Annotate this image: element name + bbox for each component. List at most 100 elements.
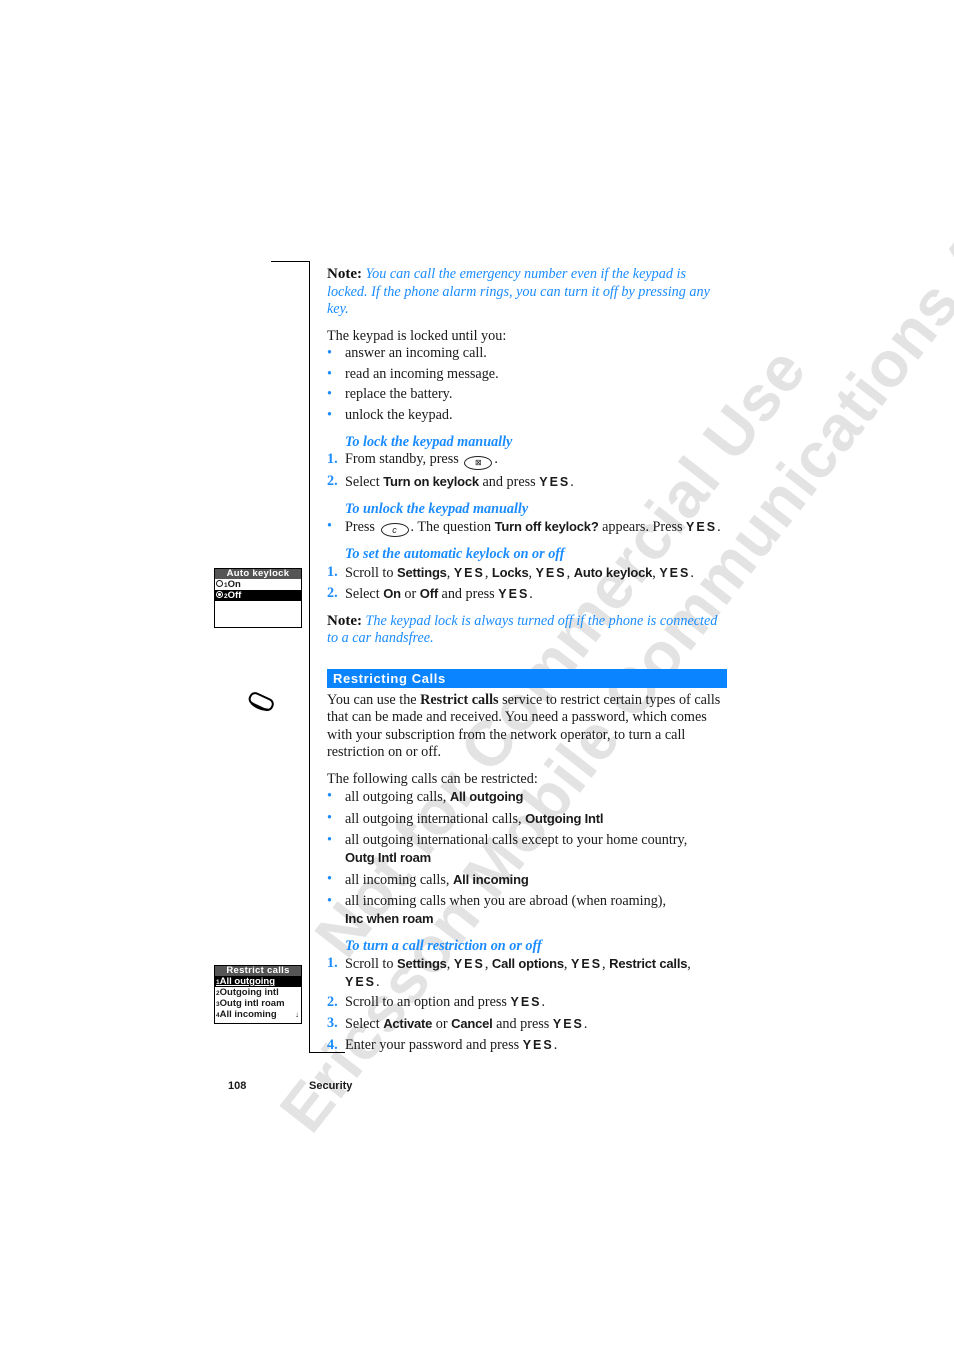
step-text: Scroll to — [345, 956, 394, 973]
menu-term: Off — [419, 586, 438, 602]
menu-term: All outgoing — [449, 789, 524, 805]
restrict-list-intro: The following calls can be restricted: — [327, 770, 538, 787]
menu-term: Outgoing Intl — [525, 811, 604, 827]
subheading-lock-manually: To lock the keypad manually — [345, 433, 513, 450]
step-text: or — [435, 1016, 448, 1033]
menu-term: On — [383, 586, 401, 602]
radio-off-icon — [216, 580, 223, 587]
yes-key-label: YES — [686, 520, 718, 535]
menu-term: Turn off keylock? — [494, 519, 599, 535]
list-item: all incoming calls, All incoming — [327, 871, 727, 890]
step: Press c. The question Turn off keylock? … — [327, 518, 727, 538]
step: 2. Scroll to an option and press YES. — [327, 994, 727, 1012]
screen-restrict-calls: Restrict calls 1All outgoing 2Outgoing i… — [214, 965, 302, 1024]
step-text: . — [690, 564, 694, 581]
yes-key-label: YES — [345, 974, 377, 989]
separator: , — [687, 956, 691, 973]
step-number: 1. — [327, 955, 338, 972]
keylock-key-icon: ⊠ — [464, 456, 493, 471]
yes-key-label: YES — [571, 957, 603, 972]
yes-key-label: YES — [453, 565, 485, 580]
item-text: all outgoing international calls except … — [345, 831, 688, 848]
menu-term: Restrict calls — [609, 956, 688, 972]
list-item: answer an incoming call. — [327, 345, 727, 363]
manual-page: Auto keylock 1On 2Off Restrict calls 1Al… — [0, 0, 954, 1351]
separator: , — [484, 956, 489, 973]
section-header-restricting-calls: Restricting Calls — [327, 668, 727, 688]
list-item: all incoming calls when you are abroad (… — [327, 893, 727, 929]
list-item: unlock the keypad. — [327, 407, 727, 425]
step: 3. Select Activate or Cancel and press Y… — [327, 1015, 727, 1034]
list-item: read an incoming message. — [327, 366, 727, 384]
restrict-intro: You can use the Restrict calls service t… — [327, 692, 727, 762]
step-text: Select — [345, 586, 380, 603]
step: 1. Scroll to Settings, YES, Locks, YES, … — [327, 564, 727, 583]
step-text: Scroll to — [345, 564, 394, 581]
step: 1. From standby, press ⊠. — [327, 451, 727, 471]
yes-key-label: YES — [535, 565, 567, 580]
note-label: Note: — [327, 266, 362, 282]
step-text: and press — [496, 1016, 550, 1033]
list-item: all outgoing calls, All outgoing — [327, 788, 727, 807]
chapter-title: Security — [309, 1080, 353, 1092]
yes-key-label: YES — [539, 475, 571, 490]
note-text: You can call the emergency number even i… — [327, 266, 710, 317]
page-number: 108 — [228, 1080, 247, 1092]
unlock-manual-steps: Press c. The question Turn off keylock? … — [327, 518, 727, 538]
row-label: All incoming — [219, 1009, 277, 1020]
margin-rule-top — [271, 261, 310, 262]
auto-keylock-steps: 1. Scroll to Settings, YES, Locks, YES, … — [327, 564, 727, 604]
menu-term: Cancel — [451, 1016, 493, 1032]
step-number: 1. — [327, 451, 338, 468]
service-name: Restrict calls — [420, 691, 499, 708]
menu-term: Settings — [397, 564, 447, 580]
step-text: From standby, press — [345, 451, 459, 468]
item-text: all incoming calls, — [345, 872, 450, 888]
screen-row: 3Outg intl roam — [215, 998, 301, 1009]
yes-key-label: YES — [522, 1037, 554, 1052]
step-text: and press — [441, 586, 495, 603]
note-emergency: Note: You can call the emergency number … — [327, 266, 727, 319]
step: 1. Scroll to Settings, YES, Call options… — [327, 955, 727, 991]
step-text: Scroll to an option and press — [345, 994, 507, 1011]
lock-manual-steps: 1. From standby, press ⊠. 2. Select Turn… — [327, 451, 727, 492]
item-text: all outgoing calls, — [345, 789, 447, 806]
menu-term: All incoming — [452, 872, 529, 887]
menu-term: Locks — [491, 564, 529, 580]
sim-card-icon — [248, 692, 274, 712]
subheading-auto-keylock: To set the automatic keylock on or off — [345, 546, 565, 563]
item-text: all outgoing international calls, — [345, 811, 522, 828]
locked-until-list: answer an incoming call. read an incomin… — [327, 345, 727, 425]
step-text: Press — [345, 519, 375, 536]
restrict-steps: 1. Scroll to Settings, YES, Call options… — [327, 955, 727, 1054]
row-label: Outg intl roam — [219, 998, 285, 1009]
scroll-down-icon: ↓ — [295, 1010, 299, 1019]
separator: . — [553, 1036, 558, 1053]
step-number: 4. — [327, 1036, 338, 1053]
body-text: You can use the — [327, 691, 417, 708]
screen-title: Restrict calls — [215, 966, 301, 976]
yes-key-label: YES — [659, 565, 691, 580]
step-text: appears. Press — [602, 519, 683, 536]
screen-row: 1All outgoing — [215, 976, 301, 987]
step: 2. Select On or Off and press YES. — [327, 585, 727, 604]
separator: , — [446, 956, 451, 973]
menu-term: Turn on keylock — [383, 474, 479, 490]
screen-auto-keylock: Auto keylock 1On 2Off — [214, 568, 302, 628]
list-item: all outgoing international calls except … — [327, 832, 727, 868]
step-text: . — [570, 474, 574, 491]
screen-row-off: 2Off — [215, 590, 301, 601]
separator: , — [484, 564, 489, 581]
step-text: . The question — [410, 519, 492, 536]
radio-on-icon — [216, 591, 223, 598]
row-label: Off — [227, 590, 242, 601]
menu-term: Outg Intl roam — [345, 850, 432, 866]
separator: , — [563, 956, 568, 973]
menu-term: Settings — [397, 956, 447, 972]
clear-key-icon: c — [380, 523, 409, 538]
main-content: Note: You can call the emergency number … — [327, 266, 727, 1063]
separator: , — [652, 564, 656, 581]
separator: , — [528, 564, 533, 581]
screen-row: 4All incoming ↓ — [215, 1009, 301, 1020]
screen-row: 2Outgoing intl — [215, 987, 301, 998]
